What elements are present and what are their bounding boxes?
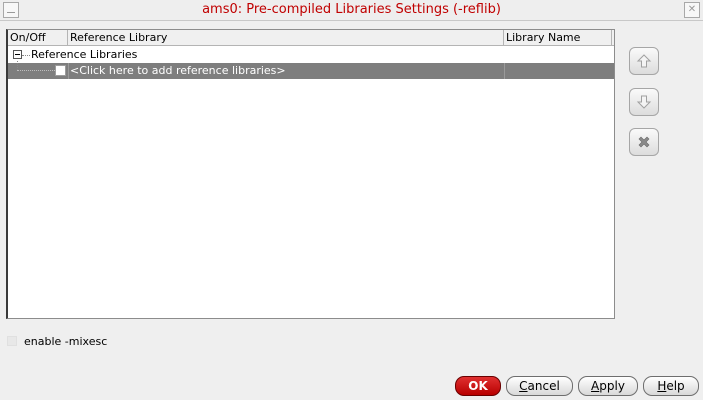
column-header-on-off[interactable]: On/Off	[8, 30, 68, 45]
column-header-reference-library[interactable]: Reference Library	[68, 30, 504, 45]
collapse-icon[interactable]	[13, 50, 22, 59]
tree-root-label: Reference Libraries	[31, 48, 138, 61]
ok-button[interactable]: OK	[455, 376, 501, 396]
reference-library-table: On/Off Reference Library Library Name Re…	[6, 29, 615, 319]
help-label: elp	[666, 379, 685, 393]
column-divider	[504, 63, 505, 79]
cancel-mnemonic: C	[519, 379, 528, 393]
close-icon: ✕	[687, 4, 697, 15]
tree-connector	[22, 55, 30, 56]
apply-label: pply	[599, 379, 625, 393]
delete-x-icon	[638, 136, 650, 148]
column-divider	[68, 63, 69, 79]
on-off-checkbox[interactable]	[55, 65, 66, 76]
title-bar: ams0: Pre-compiled Libraries Settings (-…	[0, 0, 703, 21]
delete-button[interactable]	[629, 128, 659, 156]
move-up-button[interactable]	[629, 47, 659, 75]
help-mnemonic: H	[657, 379, 667, 393]
tree-connector-vertical	[17, 61, 18, 70]
tree-root-row[interactable]: Reference Libraries	[8, 47, 614, 63]
apply-button[interactable]: Apply	[578, 376, 638, 396]
add-reference-library-label[interactable]: <Click here to add reference libraries>	[70, 64, 286, 78]
help-button[interactable]: Help	[643, 376, 699, 396]
arrow-up-icon	[636, 54, 652, 68]
arrow-down-icon	[636, 95, 652, 109]
add-reference-library-row[interactable]: <Click here to add reference libraries>	[8, 61, 614, 79]
cancel-label: ancel	[527, 379, 560, 393]
cancel-button[interactable]: Cancel	[506, 376, 573, 396]
enable-mixesc-checkbox[interactable]	[7, 336, 17, 346]
move-down-button[interactable]	[629, 88, 659, 116]
column-header-library-name[interactable]: Library Name	[504, 30, 612, 45]
close-button[interactable]: ✕	[684, 2, 700, 18]
table-header: On/Off Reference Library Library Name	[8, 30, 614, 46]
tree-connector-horizontal	[17, 70, 55, 71]
window-title: ams0: Pre-compiled Libraries Settings (-…	[202, 2, 501, 17]
enable-mixesc-label: enable -mixesc	[24, 335, 108, 348]
